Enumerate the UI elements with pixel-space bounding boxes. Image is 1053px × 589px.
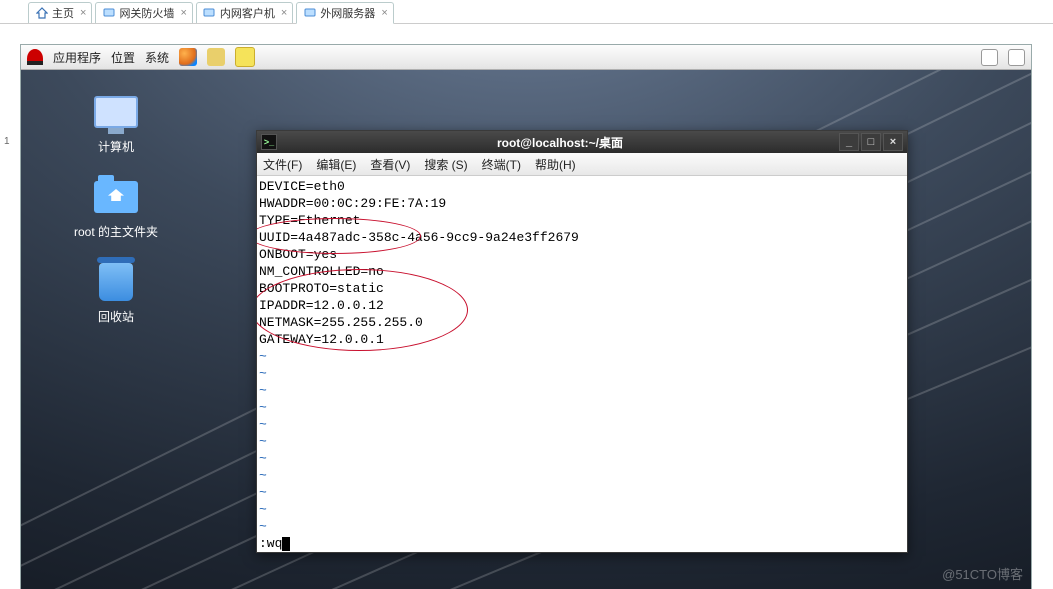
terminal-titlebar[interactable]: >_ root@localhost:~/桌面 _ □ × [257,131,907,153]
file-manager-icon[interactable] [207,48,225,66]
config-line: HWADDR=00:0C:29:FE:7A:19 [259,196,446,211]
desktop-background[interactable]: 计算机 root 的主文件夹 回收站 >_ root@localhost:~/桌… [21,70,1031,589]
tab-home-label: 主页 [52,5,74,21]
vm-icon [102,7,115,20]
config-line: NETMASK=255.255.255.0 [259,315,423,330]
vim-tilde: ~ [259,468,267,483]
gnome-top-panel: 应用程序 位置 系统 [21,45,1031,70]
terminal-title: root@localhost:~/桌面 [283,134,837,151]
menu-help[interactable]: 帮助(H) [535,156,576,173]
desktop-icon-label: 回收站 [61,308,171,325]
tab-gateway[interactable]: 网关防火墙 × [95,2,192,23]
config-line: BOOTPROTO=static [259,281,384,296]
computer-icon [94,96,138,128]
terminal-icon: >_ [261,134,277,150]
tray-icon[interactable] [981,49,998,66]
vim-tilde: ~ [259,366,267,381]
tab-server[interactable]: 外网服务器 × [296,2,393,24]
menu-places[interactable]: 位置 [111,49,135,66]
vim-tilde: ~ [259,417,267,432]
vim-tilde: ~ [259,349,267,364]
vim-tilde: ~ [259,502,267,517]
config-line: ONBOOT=yes [259,247,337,262]
tab-home[interactable]: 主页 × [28,2,92,23]
notes-icon[interactable] [235,47,255,67]
desktop-icon-home[interactable]: root 的主文件夹 [61,175,171,240]
terminal-window: >_ root@localhost:~/桌面 _ □ × 文件(F) 编辑(E)… [256,130,908,553]
config-line: GATEWAY=12.0.0.1 [259,332,384,347]
desktop-icon-label: 计算机 [61,138,171,155]
config-line: IPADDR=12.0.0.12 [259,298,384,313]
menu-system[interactable]: 系统 [145,49,169,66]
vim-tilde: ~ [259,383,267,398]
close-icon[interactable]: × [281,7,287,19]
vim-tilde: ~ [259,400,267,415]
maximize-button[interactable]: □ [861,133,881,151]
vim-tilde: ~ [259,451,267,466]
terminal-body[interactable]: DEVICE=eth0 HWADDR=00:0C:29:FE:7A:19 TYP… [257,176,907,552]
cursor [282,537,290,551]
menu-file[interactable]: 文件(F) [263,156,302,173]
vm-tab-strip: 主页 × 网关防火墙 × 内网客户机 × 外网服务器 × [0,0,1053,24]
menu-terminal[interactable]: 终端(T) [482,156,521,173]
menu-view[interactable]: 查看(V) [370,156,410,173]
desktop-icon-computer[interactable]: 计算机 [61,90,171,155]
close-button[interactable]: × [883,133,903,151]
tab-server-label: 外网服务器 [320,5,375,21]
menu-edit[interactable]: 编辑(E) [316,156,356,173]
desktop-icon-trash[interactable]: 回收站 [61,260,171,325]
close-icon[interactable]: × [80,7,86,19]
close-icon[interactable]: × [180,7,186,19]
desktop-icon-label: root 的主文件夹 [61,223,171,240]
home-icon [35,7,48,20]
tab-client[interactable]: 内网客户机 × [196,2,293,23]
config-line: TYPE=Ethernet [259,213,360,228]
minimize-button[interactable]: _ [839,133,859,151]
menu-search[interactable]: 搜索 (S) [424,156,467,173]
tab-gateway-label: 网关防火墙 [119,5,174,21]
vim-tilde: ~ [259,434,267,449]
folder-icon [94,181,138,213]
vim-tilde: ~ [259,519,267,534]
firefox-icon[interactable] [179,48,197,66]
terminal-menubar: 文件(F) 编辑(E) 查看(V) 搜索 (S) 终端(T) 帮助(H) [257,153,907,176]
watermark: @51CTO博客 [942,564,1023,583]
tab-client-label: 内网客户机 [220,5,275,21]
vm-guest-screen: 应用程序 位置 系统 计算机 root 的主文件夹 回 [20,44,1032,589]
redhat-icon[interactable] [27,49,43,65]
config-line: UUID=4a487adc-358c-4a56-9cc9-9a24e3ff267… [259,230,579,245]
vim-command: :wq [259,536,282,551]
close-icon[interactable]: × [381,7,387,19]
tray-icon[interactable] [1008,49,1025,66]
trash-icon [99,263,133,301]
menu-applications[interactable]: 应用程序 [53,49,101,66]
config-line: DEVICE=eth0 [259,179,345,194]
config-line: NM_CONTROLLED=no [259,264,384,279]
vm-icon [203,7,216,20]
vm-icon [303,7,316,20]
vim-tilde: ~ [259,485,267,500]
